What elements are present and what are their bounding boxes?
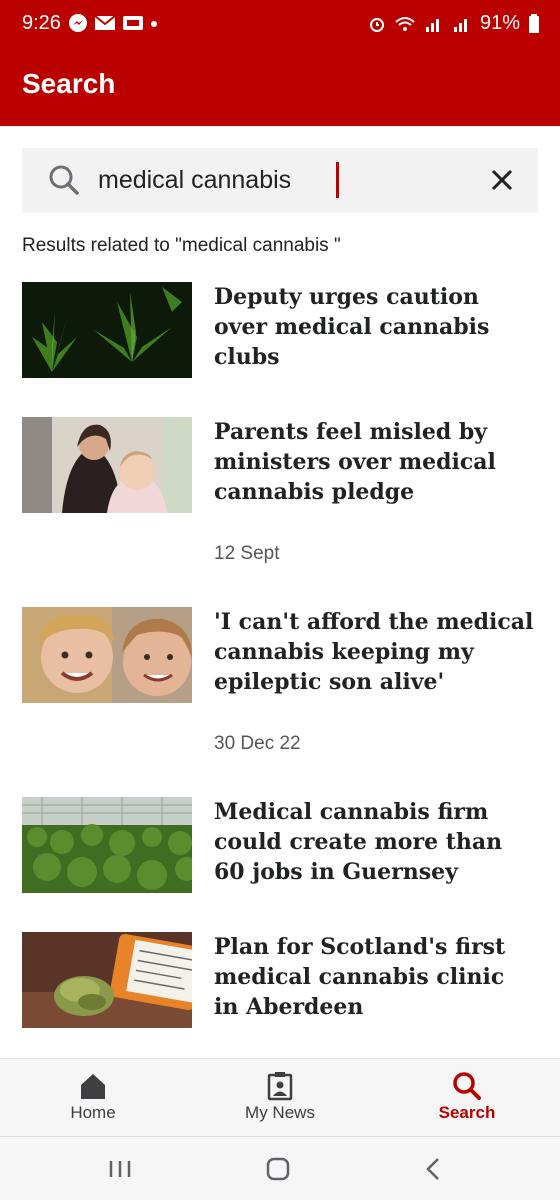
home-icon (81, 1074, 105, 1099)
article-date: 30 Dec 22 (214, 733, 301, 754)
home-circle-icon[interactable] (258, 1153, 298, 1185)
signal-r-icon (453, 18, 467, 32)
signal-icon (425, 18, 439, 32)
article-headline: Medical cannabis firm could create more … (214, 799, 503, 885)
nav-item-my-news[interactable]: My News (187, 1059, 373, 1137)
nav-item-home[interactable]: Home (0, 1059, 186, 1137)
system-nav-bar (0, 1136, 560, 1200)
dot-icon (151, 21, 157, 27)
back-icon[interactable] (414, 1153, 454, 1185)
nav-item-search[interactable]: Search (374, 1059, 560, 1137)
article-headline: 'I can't afford the medical cannabis kee… (214, 609, 534, 695)
page-title: Search (22, 68, 116, 99)
nav-label-my-news: My News (245, 1103, 315, 1122)
article-thumbnail (22, 607, 192, 703)
article-thumbnail (22, 282, 192, 378)
results-label: Results related to "medical cannabis " (22, 235, 341, 256)
battery-percent: 91% (479, 12, 520, 34)
status-bar: 9:26 91% (0, 0, 560, 50)
close-icon[interactable] (486, 164, 518, 196)
notification-icons (68, 13, 158, 33)
app-header: Search (0, 50, 560, 126)
article-headline: Parents feel misled by ministers over me… (214, 419, 496, 505)
status-time: 9:26 (22, 12, 61, 34)
article-thumbnail (22, 932, 192, 1028)
gallery-icon (123, 16, 143, 30)
article-thumbnail (22, 417, 192, 513)
recents-icon[interactable] (100, 1153, 140, 1185)
mail-icon (94, 15, 116, 30)
text-cursor (336, 162, 339, 198)
alarm-icon (369, 17, 384, 32)
battery-icon (529, 13, 539, 33)
wifi-icon (395, 16, 415, 31)
search-icon (453, 1072, 481, 1100)
messenger-icon (69, 14, 87, 32)
article-headline: Plan for Scotland's first medical cannab… (214, 934, 506, 1020)
nav-label-home: Home (70, 1103, 116, 1122)
search-input[interactable] (98, 160, 478, 200)
search-icon (49, 165, 79, 195)
article-date: 12 Sept (214, 543, 280, 564)
my-news-icon (267, 1072, 293, 1101)
article-headline: Deputy urges caution over medical cannab… (214, 284, 490, 370)
status-right: 91% (368, 12, 540, 35)
search-bar[interactable] (22, 148, 538, 213)
article-thumbnail (22, 797, 192, 893)
bottom-nav: Home My News Search (0, 1058, 560, 1136)
nav-label-search: Search (438, 1103, 496, 1122)
